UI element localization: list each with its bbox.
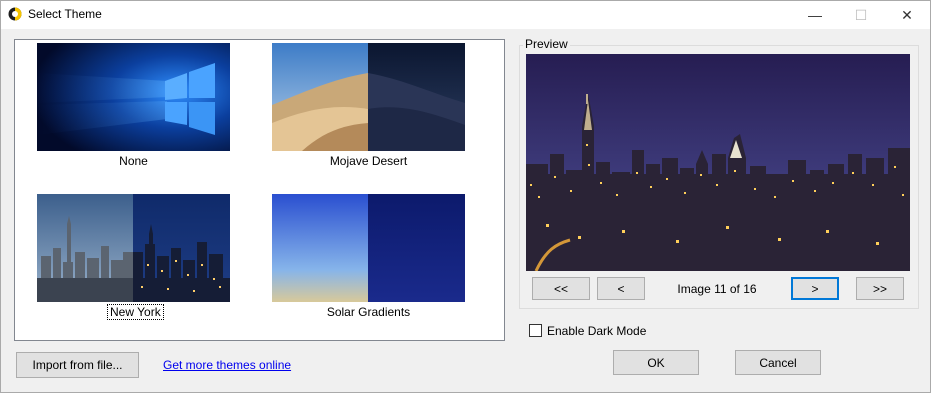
preview-image <box>526 54 910 271</box>
first-image-button[interactable]: << <box>532 277 590 300</box>
theme-list[interactable]: None Mojave Desert New York Solar Gradie… <box>14 39 505 341</box>
theme-label-none: None <box>119 154 148 168</box>
maximize-button[interactable]: ☐ <box>838 1 884 29</box>
next-image-button[interactable]: > <box>791 277 839 300</box>
preview-group-label: Preview <box>523 37 570 51</box>
desert-thumbnail <box>272 43 465 151</box>
minimize-icon: — <box>808 7 822 23</box>
window-title: Select Theme <box>28 7 102 21</box>
theme-thumbnail-mojave-desert[interactable] <box>272 43 465 151</box>
theme-thumbnail-none[interactable] <box>37 43 230 151</box>
new-york-night-image <box>526 54 910 271</box>
dark-mode-label[interactable]: Enable Dark Mode <box>547 324 646 338</box>
app-icon <box>8 7 22 21</box>
ok-button[interactable]: OK <box>613 350 699 375</box>
theme-label-mojave-desert: Mojave Desert <box>329 154 408 168</box>
cancel-button[interactable]: Cancel <box>735 350 821 375</box>
dark-mode-checkbox[interactable] <box>529 324 542 337</box>
theme-thumbnail-new-york[interactable] <box>37 194 230 302</box>
theme-thumbnail-solar-gradients[interactable] <box>272 194 465 302</box>
import-from-file-button[interactable]: Import from file... <box>16 352 139 378</box>
maximize-icon: ☐ <box>854 6 868 23</box>
title-bar[interactable]: Select Theme — ☐ ✕ <box>1 1 930 29</box>
theme-label-solar-gradients: Solar Gradients <box>326 305 411 319</box>
theme-label-new-york: New York <box>107 304 164 320</box>
image-counter: Image 11 of 16 <box>677 282 757 296</box>
new-york-thumbnail <box>37 194 230 302</box>
close-button[interactable]: ✕ <box>884 1 930 29</box>
minimize-button[interactable]: — <box>792 1 838 29</box>
select-theme-window: Select Theme — ☐ ✕ None Mojave Desert Ne… <box>0 0 931 393</box>
previous-image-button[interactable]: < <box>597 277 645 300</box>
windows-logo-thumbnail <box>37 43 230 151</box>
gradient-thumbnail <box>272 194 465 302</box>
get-more-themes-link[interactable]: Get more themes online <box>163 358 291 372</box>
close-icon: ✕ <box>901 6 913 23</box>
last-image-button[interactable]: >> <box>856 277 904 300</box>
